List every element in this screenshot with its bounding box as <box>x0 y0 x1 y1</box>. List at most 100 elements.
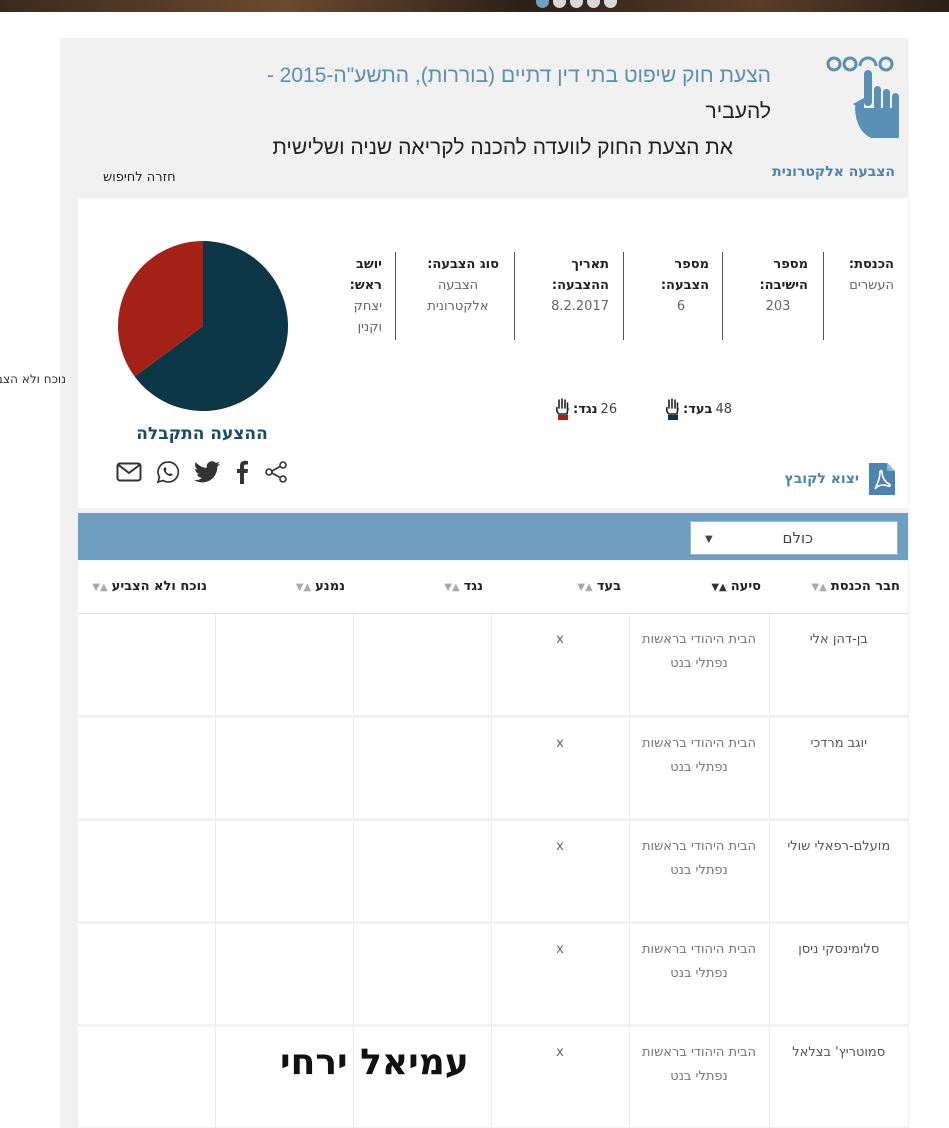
electronic-vote-link[interactable]: הצבעה אלקטרונית <box>772 164 895 180</box>
filter-selected-value: כולם <box>782 529 814 547</box>
email-icon[interactable] <box>116 462 142 482</box>
present-not-voted-cell <box>78 613 215 718</box>
col-header-for[interactable]: בעד▲▼ <box>491 561 629 614</box>
carousel-dots <box>536 0 617 8</box>
table-row: סלומינסקי ניסן הבית היהודי בראשות נפתלי … <box>78 922 908 1027</box>
knesset-label: הכנסת: <box>848 257 894 272</box>
present-not-voted-cell <box>78 1025 215 1128</box>
table-header-row: חבר הכנסת▲▼ סיעה▲▼ בעד▲▼ נגד▲▼ נמנע▲▼ נו… <box>78 561 908 614</box>
vote-for-cell: x <box>490 716 629 821</box>
vote-for-cell: x <box>490 819 629 924</box>
filter-bar: כולם ▼ <box>78 513 908 560</box>
share-bar <box>116 460 288 484</box>
vote-against-cell <box>352 716 491 821</box>
vote-type-info: סוג הצבעה: הצבעה אלקטרונית <box>417 254 499 317</box>
chair-value: יצחק וקנין <box>353 299 382 335</box>
carousel-dot-active[interactable] <box>536 0 549 8</box>
col-header-member[interactable]: חבר הכנסת▲▼ <box>769 561 908 614</box>
whatsapp-icon[interactable] <box>156 460 180 484</box>
header-photo-strip <box>0 0 949 12</box>
vote-type-label: סוג הצבעה: <box>427 257 499 272</box>
sort-icon[interactable]: ▲▼ <box>444 582 459 593</box>
col-header-faction[interactable]: סיעה▲▼ <box>629 561 769 614</box>
votes-table: חבר הכנסת▲▼ סיעה▲▼ בעד▲▼ נגד▲▼ נמנע▲▼ נו… <box>78 561 908 1128</box>
share-icon[interactable] <box>264 460 288 484</box>
vote-against-cell <box>352 922 491 1027</box>
session-value: 203 <box>765 299 791 314</box>
present-not-voted-cell <box>78 922 215 1027</box>
info-divider <box>514 252 515 340</box>
faction-filter-select[interactable]: כולם ▼ <box>690 521 898 555</box>
info-divider <box>395 252 396 340</box>
session-info: מספר הישיבה: 203 <box>752 254 808 317</box>
table-row: סמוטריץ' בצלאל הבית היהודי בראשות נפתלי … <box>78 1025 908 1128</box>
chair-info: יושב ראש: יצחק וקנין <box>342 254 382 338</box>
vote-date-info: תאריך ההצבעה: 8.2.2017 <box>545 254 609 317</box>
result-caption: ההצעה התקבלה <box>136 424 268 444</box>
carousel-dot[interactable] <box>587 0 600 8</box>
twitter-icon[interactable] <box>194 461 220 483</box>
member-name: בן-דהן אלי <box>768 613 908 718</box>
col-header-abstain[interactable]: נמנע▲▼ <box>215 561 353 614</box>
carousel-dot[interactable] <box>570 0 583 8</box>
clipped-column-label: נוכח ולא הצביע <box>0 372 66 386</box>
carousel-dot[interactable] <box>553 0 566 8</box>
vote-abstain-cell <box>214 613 353 718</box>
session-label: מספר הישיבה: <box>759 257 808 293</box>
against-tally: 26 נגד: <box>554 398 617 420</box>
present-not-voted-cell <box>78 716 215 821</box>
sort-icon[interactable]: ▲▼ <box>577 582 592 593</box>
raised-hand-against-icon <box>555 398 569 420</box>
vote-abstain-cell <box>214 716 353 821</box>
member-name: מועלם-רפאלי שולי <box>768 819 908 924</box>
member-name: סמוטריץ' בצלאל <box>768 1025 908 1128</box>
vote-abstain-cell <box>214 922 353 1027</box>
info-divider <box>623 252 624 340</box>
faction-name: הבית היהודי בראשות נפתלי בנט <box>628 1025 769 1128</box>
chair-label: יושב ראש: <box>349 257 382 293</box>
member-name: סלומינסקי ניסן <box>768 922 908 1027</box>
present-not-voted-cell <box>78 819 215 924</box>
sort-icon[interactable]: ▲▼ <box>296 582 311 593</box>
vote-result-pie-chart <box>118 241 288 411</box>
export-file-link[interactable]: יצוא לקובץ <box>784 463 895 495</box>
facebook-icon[interactable] <box>234 460 250 484</box>
vote-number-info: מספר הצבעה: 6 <box>653 254 709 317</box>
vote-for-cell: x <box>490 1025 629 1128</box>
vote-abstain-cell <box>214 819 353 924</box>
bill-title: הצעת חוק שיפוט בתי דין דתיים (בוררות), ה… <box>266 64 771 87</box>
against-count: 26 <box>600 401 618 417</box>
vote-against-cell <box>352 613 491 718</box>
vote-against-cell <box>352 819 491 924</box>
member-name: יוגב מרדכי <box>768 716 908 821</box>
carousel-dot[interactable] <box>604 0 617 8</box>
for-count: 48 <box>715 401 732 417</box>
table-row: יוגב מרדכי הבית היהודי בראשות נפתלי בנט … <box>78 716 908 821</box>
vote-type-value: הצבעה אלקטרונית <box>427 278 489 314</box>
vote-date-value: 8.2.2017 <box>551 299 609 314</box>
vote-number-label: מספר הצבעה: <box>660 257 709 293</box>
col-header-against[interactable]: נגד▲▼ <box>353 561 491 614</box>
raised-hand-for-icon <box>665 398 679 420</box>
faction-name: הבית היהודי בראשות נפתלי בנט <box>628 819 769 924</box>
pdf-file-icon <box>869 463 895 495</box>
sort-icon[interactable]: ▲▼ <box>811 582 826 593</box>
table-row: בן-דהן אלי הבית היהודי בראשות נפתלי בנט … <box>78 613 908 718</box>
watermark-name: עמיאל ירחי <box>280 1042 469 1083</box>
page-title: הצעת חוק שיפוט בתי דין דתיים (בוררות), ה… <box>211 58 771 166</box>
info-divider <box>823 252 824 340</box>
vote-date-label: תאריך ההצבעה: <box>551 257 609 293</box>
col-header-present-not-voted[interactable]: נוכח ולא הצביע▲▼ <box>78 561 215 614</box>
knesset-info: הכנסת: העשרים <box>832 254 894 296</box>
sort-icon[interactable]: ▲▼ <box>92 582 107 593</box>
vote-for-cell: x <box>490 613 629 718</box>
faction-name: הבית היהודי בראשות נפתלי בנט <box>628 716 769 821</box>
table-row: מועלם-רפאלי שולי הבית היהודי בראשות נפתל… <box>78 819 908 924</box>
faction-name: הבית היהודי בראשות נפתלי בנט <box>628 613 769 718</box>
faction-name: הבית היהודי בראשות נפתלי בנט <box>628 922 769 1027</box>
sort-icon[interactable]: ▲▼ <box>711 582 726 593</box>
back-to-search-link[interactable]: חזרה לחיפוש <box>103 170 176 185</box>
vote-number-value: 6 <box>676 299 686 314</box>
vote-subject: להעביר <box>705 100 771 123</box>
for-tally: 48 בעד: <box>664 398 732 420</box>
